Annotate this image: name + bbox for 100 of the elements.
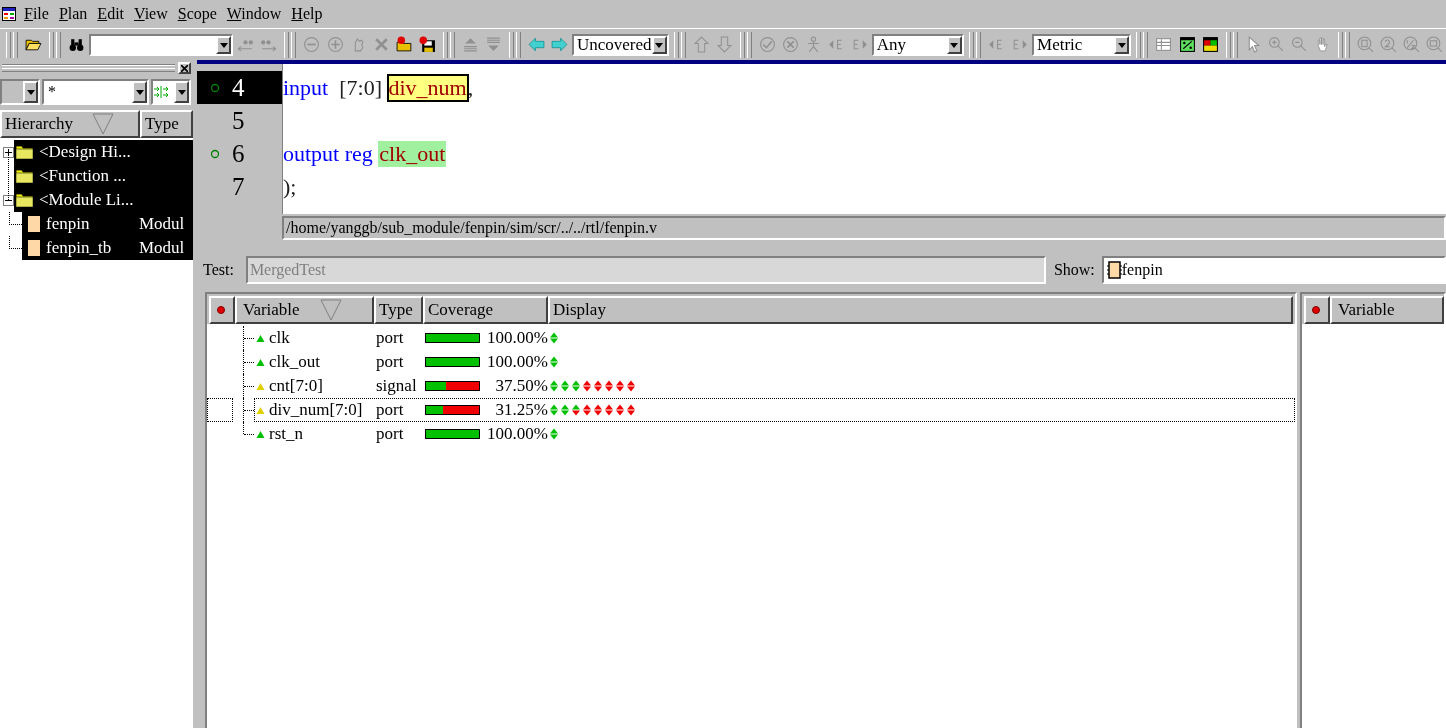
floppy-badge-icon [418, 36, 436, 53]
sort-triangle-icon [92, 113, 114, 135]
zoom-in-icon [1267, 36, 1285, 53]
signal-name[interactable]: clk_out [378, 140, 447, 167]
menu-item[interactable]: Help [286, 1, 328, 27]
module-icon [1105, 261, 1122, 279]
coverage-percent: 100.00% [486, 328, 548, 348]
code-text: [7:0] [338, 74, 383, 101]
percent-grid-icon [1178, 36, 1196, 53]
caret-icon [134, 88, 145, 96]
coverage-bar [425, 357, 480, 367]
module-icon [28, 240, 40, 256]
tree-item[interactable]: fenpin Modul [22, 212, 193, 236]
check-circle-icon [758, 36, 776, 53]
module-icon [28, 216, 40, 232]
tree-item[interactable]: fenpin_tb Modul [22, 236, 193, 260]
left-arrow-icon [527, 36, 545, 53]
type-text: port [376, 400, 405, 420]
caret-icon [218, 40, 229, 49]
menu-item[interactable]: Edit [92, 1, 130, 27]
menu-item[interactable]: Scope [172, 1, 222, 27]
right-arrow-icon [550, 36, 568, 53]
column-header[interactable]: Type [374, 296, 423, 324]
zoom-fit-icon [1356, 36, 1374, 53]
folder-badge-icon [395, 36, 413, 53]
expander-icon[interactable] [3, 146, 14, 158]
tree-item-label: fenpin [46, 214, 91, 234]
zoom-half-icon [1402, 36, 1420, 53]
table-icon [1155, 36, 1173, 53]
grip-bar[interactable] [2, 64, 175, 72]
menu-item[interactable]: Plan [53, 1, 93, 27]
caret-icon [176, 88, 187, 96]
close-icon [181, 64, 188, 72]
caret-icon [949, 40, 960, 49]
binoculars-icon [68, 36, 86, 53]
coverage-bar [425, 405, 480, 415]
type-text: port [376, 352, 405, 372]
filter-combo[interactable]: Any [871, 33, 964, 56]
app-icon [2, 7, 16, 21]
folder-icon [15, 143, 35, 161]
tree-item[interactable]: <Design Hi... [14, 140, 193, 164]
keyword-text: output reg [283, 140, 373, 167]
tree-item[interactable]: <Function ... [14, 164, 193, 188]
test-label: Test: [203, 261, 234, 279]
column-header[interactable] [1304, 296, 1330, 324]
variable-name: rst_n [269, 424, 304, 444]
menu-item[interactable]: View [129, 1, 173, 27]
sort-triangle-icon [320, 299, 342, 321]
minus-circle-icon [303, 36, 321, 53]
filter-combo[interactable]: Uncovered [571, 33, 669, 56]
column-header[interactable]: Display [548, 296, 1293, 324]
menu-item[interactable]: File [19, 1, 54, 27]
tree-item[interactable]: <Module Li... [14, 188, 193, 212]
scope-combo[interactable] [0, 79, 40, 105]
coverage-percent: 31.25% [494, 400, 548, 420]
column-header[interactable]: Hierarchy [0, 110, 140, 138]
column-header[interactable]: Variable [1330, 296, 1444, 324]
up-arrow-icon [692, 36, 710, 53]
variable-name: cnt[7:0] [269, 376, 324, 396]
zoom-double-icon [1379, 36, 1397, 53]
line-number: 6 [232, 139, 245, 168]
coverage-bar [425, 429, 480, 439]
code-text: , [467, 74, 474, 101]
column-header[interactable]: Coverage [423, 296, 548, 324]
column-header[interactable]: Type [140, 110, 193, 138]
zoom-out-icon [1290, 36, 1308, 53]
line-number: 5 [232, 106, 245, 135]
coverage-bar [425, 381, 480, 391]
close-button[interactable] [178, 62, 191, 74]
tree-item-label: fenpin_tb [46, 238, 113, 258]
menu-item[interactable]: Window [221, 1, 287, 27]
coverage-percent: 100.00% [486, 352, 548, 372]
folder-icon [15, 191, 35, 209]
column-header[interactable] [209, 296, 235, 324]
layers-down-icon [484, 36, 502, 53]
variable-name: div_num[7:0] [269, 400, 364, 420]
type-text: Modul [139, 214, 185, 234]
x-circle-icon [781, 36, 799, 53]
signal-name[interactable]: div_num [387, 74, 468, 101]
coverage-bar [425, 333, 480, 343]
zoom-box-icon [1425, 36, 1443, 53]
folder-icon [15, 167, 35, 185]
type-text: port [376, 424, 405, 444]
color-grid-icon [1201, 36, 1219, 53]
plus-circle-icon [326, 36, 344, 53]
show-field[interactable]: fenpin [1101, 256, 1446, 284]
coverage-percent: 100.00% [486, 424, 548, 444]
column-header[interactable]: Variable [235, 296, 374, 324]
down-arrow-icon [715, 36, 733, 53]
link-combo[interactable] [151, 79, 191, 105]
expander-icon[interactable] [3, 194, 14, 206]
search-combo[interactable] [89, 33, 234, 56]
filter-combo[interactable]: * [42, 79, 149, 105]
filter-combo[interactable]: Metric [1032, 33, 1132, 56]
layers-up-icon [461, 36, 479, 53]
code-area[interactable]: input [7:0] div_num, output reg clk_out ); [282, 64, 1446, 214]
line-number: 7 [232, 172, 245, 201]
code-text: ); [283, 173, 297, 200]
marker-dot-icon [216, 305, 226, 315]
type-text: port [376, 328, 405, 348]
